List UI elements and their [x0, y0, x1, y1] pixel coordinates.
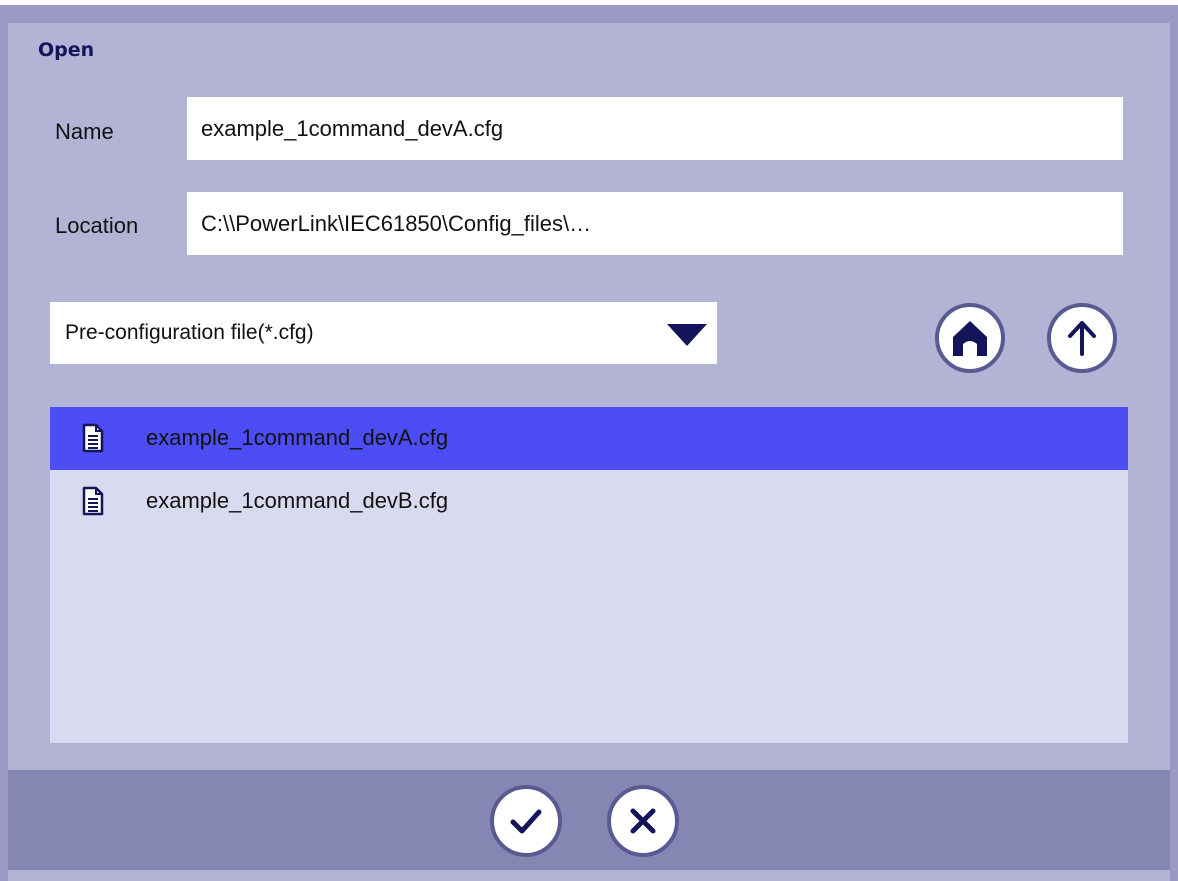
name-field[interactable]: example_1command_devA.cfg — [187, 97, 1123, 160]
close-icon — [630, 808, 656, 834]
file-list-item[interactable]: example_1command_devB.cfg — [50, 470, 1128, 533]
dialog-footer — [8, 770, 1170, 870]
checkmark-icon — [510, 809, 542, 834]
file-type-selected: Pre-configuration file(*.cfg) — [65, 321, 314, 344]
name-label: Name — [55, 119, 114, 144]
file-name: example_1command_devA.cfg — [146, 425, 449, 450]
home-icon — [953, 321, 987, 356]
file-name: example_1command_devB.cfg — [146, 488, 449, 513]
location-field[interactable]: C:\\PowerLink\IEC61850\Config_files\… — [187, 192, 1123, 255]
up-folder-button[interactable] — [1047, 303, 1117, 373]
ok-button[interactable] — [490, 785, 562, 857]
file-list-item[interactable]: example_1command_devA.cfg — [50, 407, 1128, 470]
file-type-dropdown[interactable]: Pre-configuration file(*.cfg) — [50, 302, 717, 364]
chevron-down-icon — [667, 324, 707, 346]
document-icon — [82, 423, 104, 453]
file-list: example_1command_devA.cfg example_1comma… — [50, 407, 1128, 743]
home-button[interactable] — [935, 303, 1005, 373]
cancel-button[interactable] — [607, 785, 679, 857]
dialog-title: Open — [38, 39, 95, 61]
arrow-up-icon — [1068, 321, 1096, 356]
location-label: Location — [55, 213, 139, 238]
location-field-value: C:\\PowerLink\IEC61850\Config_files\… — [201, 210, 592, 236]
document-icon — [82, 486, 104, 516]
open-dialog-window: Open Name example_1command_devA.cfg Loca… — [0, 5, 1178, 881]
name-field-value: example_1command_devA.cfg — [201, 115, 504, 141]
dialog-body: Open Name example_1command_devA.cfg Loca… — [8, 23, 1170, 881]
